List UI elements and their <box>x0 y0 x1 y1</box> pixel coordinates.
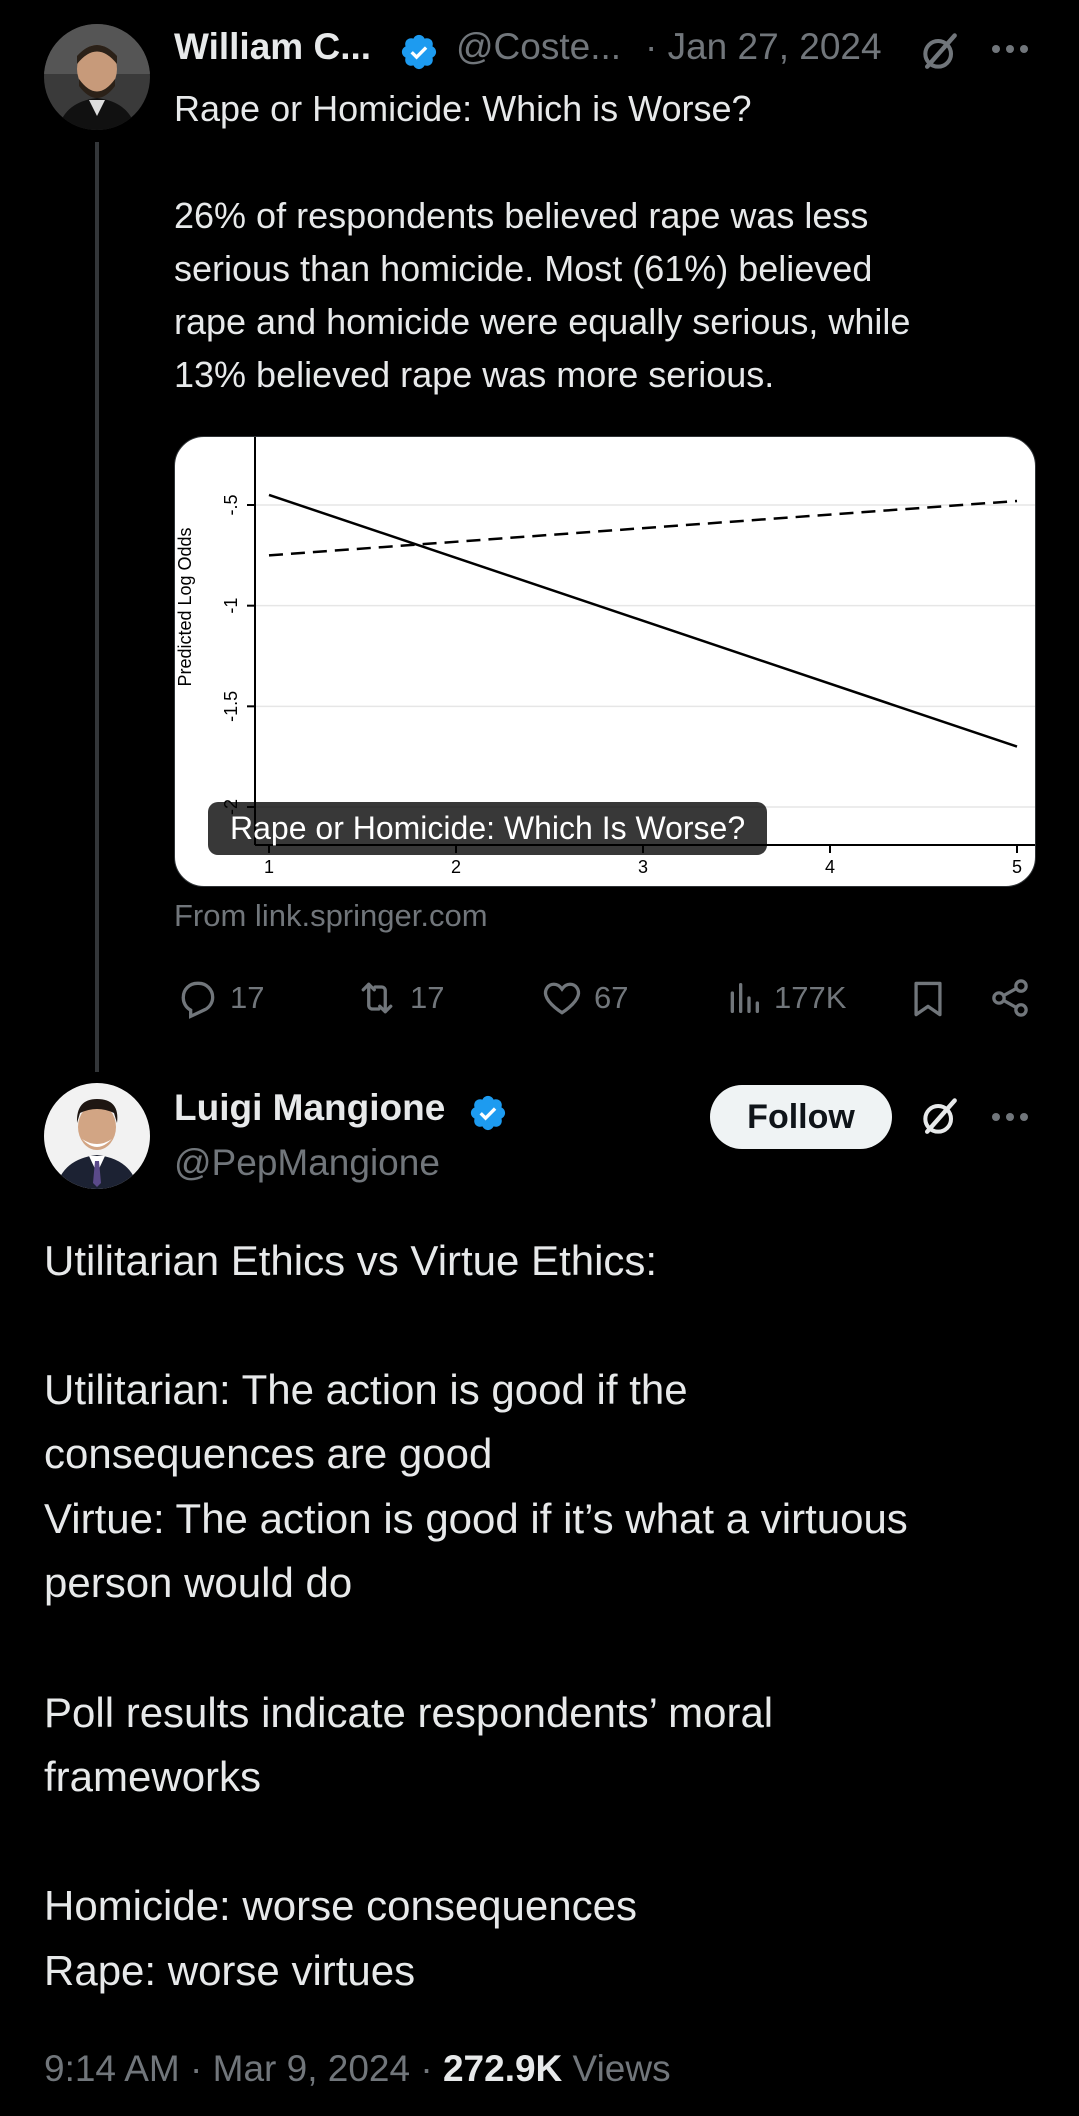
views-button[interactable]: 177K <box>724 976 846 1020</box>
x-tick-label: 4 <box>825 857 835 877</box>
tweet-text-line: Poll results indicate respondents’ moral <box>44 1689 774 1736</box>
tweet-body-line: serious than homicide. Most (61%) believ… <box>174 248 873 289</box>
repost-button[interactable]: 17 <box>354 976 444 1020</box>
reply-count: 17 <box>230 980 265 1015</box>
heart-icon <box>543 982 581 1015</box>
views-count: 272.9K <box>442 2048 563 2089</box>
bookmark-icon <box>914 981 942 1017</box>
tweet-text-line: frameworks <box>44 1753 262 1800</box>
repost-count: 17 <box>410 980 445 1015</box>
x-tick-label: 2 <box>451 857 461 877</box>
more-options-icon[interactable] <box>990 42 1030 60</box>
repost-icon <box>361 982 393 1014</box>
share-icon <box>992 979 1028 1017</box>
avatar-william[interactable] <box>44 24 150 130</box>
thread-connector-line <box>95 142 99 1072</box>
tweet-text-line: Homicide: worse consequences <box>44 1882 637 1929</box>
card-title[interactable]: Rape or Homicide: Which Is Worse? <box>208 802 768 855</box>
bookmark-button[interactable] <box>906 976 950 1027</box>
tweet-date[interactable]: · Jan 27, 2024 <box>645 26 882 68</box>
y-axis-label: Predicted Log Odds <box>175 527 195 686</box>
share-button[interactable] <box>988 976 1032 1025</box>
tweet-metadata: 9:14 AM · Mar 9, 2024 · 272.9K Views <box>44 2048 671 2090</box>
tweet-body-line: rape and homicide were equally serious, … <box>174 301 911 342</box>
reply-icon <box>181 981 215 1019</box>
x-tick-label: 5 <box>1012 857 1022 877</box>
like-button[interactable]: 67 <box>540 976 628 1020</box>
more-options-icon[interactable] <box>990 1110 1030 1128</box>
y-tick-label: -1.5 <box>221 691 241 722</box>
views-label: Views <box>562 2048 671 2089</box>
x-tick-label: 3 <box>638 857 648 877</box>
like-count: 67 <box>594 980 629 1015</box>
series-line-dashed <box>268 499 1018 557</box>
timestamp[interactable]: 9:14 AM · Mar 9, 2024 · <box>44 2048 443 2089</box>
verified-badge-icon <box>399 32 439 72</box>
tweet-text-line: person would do <box>44 1559 353 1606</box>
grok-icon[interactable] <box>918 1095 962 1144</box>
follow-button[interactable]: Follow <box>710 1085 892 1149</box>
card-source[interactable]: From link.springer.com <box>174 898 488 934</box>
tweet-text-line: Virtue: The action is good if it’s what … <box>44 1495 908 1542</box>
grok-icon[interactable] <box>918 30 962 79</box>
tweet-text-line: Utilitarian: The action is good if the <box>44 1366 688 1413</box>
tweet-text-line: Utilitarian Ethics vs Virtue Ethics: <box>44 1237 658 1284</box>
series-line-solid <box>268 493 1018 748</box>
tweet-body-line: 26% of respondents believed rape was les… <box>174 195 869 236</box>
x-tick-label: 1 <box>264 857 274 877</box>
reply-button[interactable]: 17 <box>176 976 264 1020</box>
y-tick-label: -.5 <box>221 494 241 515</box>
author-name[interactable]: William C... <box>174 26 371 68</box>
author-handle[interactable]: @Coste... <box>456 26 621 68</box>
tweet-text-line: consequences are good <box>44 1430 493 1477</box>
author-name[interactable]: Luigi Mangione <box>174 1087 445 1129</box>
tweet-title-line: Rape or Homicide: Which is Worse? <box>174 88 752 129</box>
tweet-body-line: 13% believed rape was more serious. <box>174 354 775 395</box>
views-count: 177K <box>774 980 847 1015</box>
verified-badge-icon <box>468 1093 508 1133</box>
avatar-luigi[interactable] <box>44 1083 150 1189</box>
analytics-icon <box>730 983 759 1013</box>
y-tick-label: -1 <box>221 598 241 614</box>
author-handle[interactable]: @PepMangione <box>174 1142 440 1184</box>
tweet-text-line: Rape: worse virtues <box>44 1947 416 1994</box>
